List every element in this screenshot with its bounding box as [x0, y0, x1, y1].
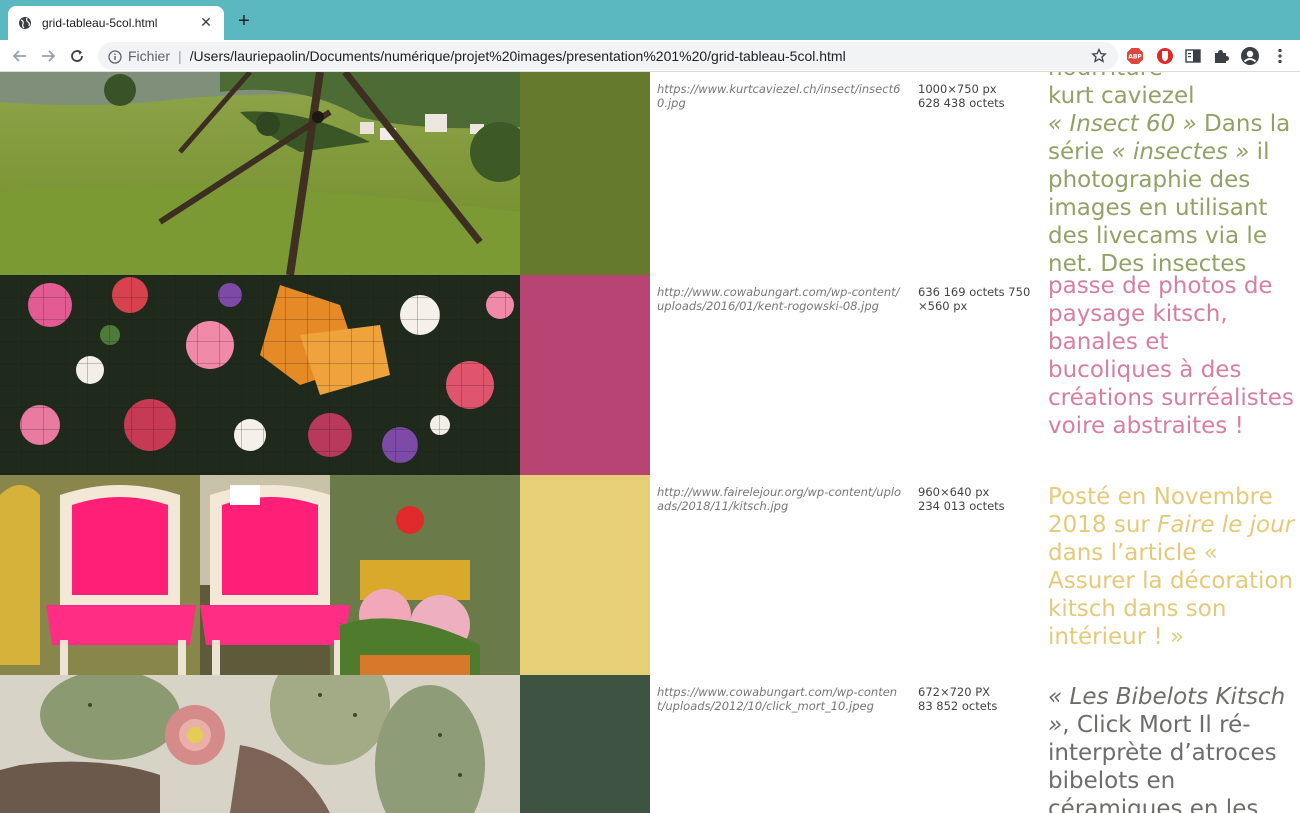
table-row: http://www.cowabungart.com/wp-content/up… [0, 273, 1300, 475]
profile-avatar-icon[interactable] [1240, 46, 1260, 66]
color-swatch [520, 275, 650, 475]
browser-toolbar: Fichier | /Users/lauriepaolin/Documents/… [0, 40, 1300, 72]
image-description: « Les Bibelots Kitsch », Click Mort Il r… [1048, 683, 1298, 813]
forward-arrow-icon[interactable] [37, 45, 59, 67]
image-url: https://www.cowabungart.com/wp-content/u… [657, 685, 898, 713]
tab-title: grid-tableau-5col.html [42, 16, 158, 30]
browser-tab[interactable]: grid-tableau-5col.html ✕ [8, 6, 224, 40]
globe-icon [18, 16, 32, 30]
menu-kebab-icon[interactable] [1270, 46, 1290, 66]
info-icon[interactable] [108, 49, 122, 64]
address-bar[interactable]: Fichier | /Users/lauriepaolin/Documents/… [98, 42, 1118, 70]
scheme-separator: | [178, 48, 182, 64]
series-title: « insectes » [1111, 139, 1250, 165]
image-description: Posté en Novembre 2018 sur Faire le jour… [1048, 483, 1298, 651]
puzzle-icon[interactable] [1211, 46, 1231, 66]
ceramic-cactus-image [0, 675, 520, 813]
image-meta: 672×720 PX 83 852 octets [918, 685, 998, 713]
image-url: https://www.kurtcaviezel.ch/insect/insec… [657, 82, 901, 110]
scheme-label: Fichier [128, 48, 171, 64]
image-description: passe de photos de paysage kitsch, banal… [1048, 273, 1294, 439]
color-swatch [520, 675, 650, 813]
image-description: nourriture kurt caviezel « Insect 60 » D… [1048, 72, 1298, 278]
table-row: https://www.cowabungart.com/wp-content/u… [0, 675, 1300, 813]
image-meta: 960×640 px 234 013 octets [918, 485, 1005, 513]
color-swatch [520, 475, 650, 675]
description-text: dans l’article « Assurer la décoration k… [1048, 540, 1294, 650]
reload-icon[interactable] [66, 45, 88, 67]
landscape-insect-image [0, 72, 520, 275]
description-body: « Insect 60 » Dans la série « insectes »… [1048, 110, 1298, 278]
image-meta: 1000×750 px 628 438 octets [918, 82, 1005, 110]
description-author: kurt caviezel [1048, 83, 1195, 109]
image-url: http://www.fairelejour.org/wp-content/up… [657, 485, 902, 513]
image-meta: 636 169 octets 750 ×560 px [918, 285, 1031, 313]
image-url: http://www.cowabungart.com/wp-content/up… [657, 285, 900, 313]
bookmark-star-icon[interactable] [1090, 47, 1108, 65]
table-row: https://www.kurtcaviezel.ch/insect/insec… [0, 72, 1300, 278]
kitsch-chairs-image [0, 475, 520, 675]
adblock-extension-icon[interactable]: ABP [1125, 46, 1145, 66]
back-arrow-icon[interactable] [9, 45, 31, 67]
close-tab-icon[interactable]: ✕ [198, 15, 214, 31]
page-content: https://www.kurtcaviezel.ch/insect/insec… [0, 72, 1300, 813]
description-text: , Click Mort Il ré-interprète d’atroces … [1048, 712, 1277, 813]
svg-text:ABP: ABP [1128, 54, 1142, 61]
artwork-title: « Insect 60 » [1048, 111, 1197, 137]
description-overflow-line: nourriture [1048, 72, 1298, 82]
url-text[interactable]: /Users/lauriepaolin/Documents/numérique/… [190, 48, 1090, 64]
tab-strip: grid-tableau-5col.html ✕ + [0, 0, 1300, 40]
color-swatch [520, 72, 650, 275]
shield-extension-icon[interactable] [1155, 46, 1175, 66]
site-name: Faire le jour [1157, 512, 1295, 538]
reader-extension-icon[interactable] [1183, 46, 1203, 66]
table-row: http://www.fairelejour.org/wp-content/up… [0, 475, 1300, 675]
flower-puzzle-image [0, 275, 520, 475]
new-tab-button[interactable]: + [233, 11, 255, 33]
